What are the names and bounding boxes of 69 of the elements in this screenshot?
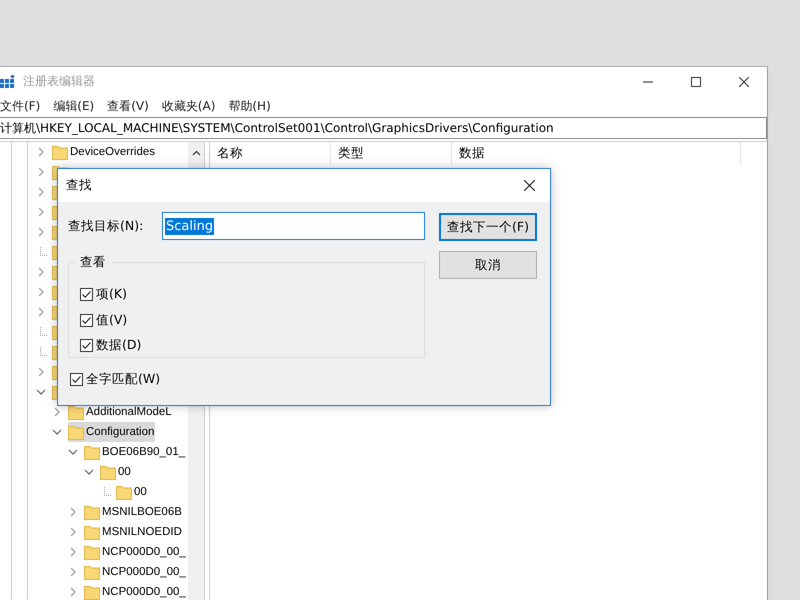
column-header[interactable]: 类型	[331, 142, 452, 164]
menu-item[interactable]: 查看(V)	[107, 98, 156, 115]
column-header[interactable]: 名称	[210, 142, 331, 164]
checkbox-label[interactable]: 值(V)	[96, 312, 128, 329]
checkbox[interactable]	[80, 288, 93, 302]
collapse-chevron-icon[interactable]	[68, 447, 78, 457]
folder-icon	[84, 444, 100, 460]
checkbox[interactable]	[80, 339, 93, 352]
dialog-button[interactable]: 查找下一个(F)	[439, 213, 537, 241]
checkbox[interactable]	[70, 373, 83, 386]
expand-chevron-icon[interactable]	[36, 187, 46, 197]
tree-item[interactable]: MSNILNOEDID	[84, 522, 183, 542]
tree-item[interactable]: MSNILBOE06B	[84, 502, 183, 522]
dialog-button[interactable]: 取消	[439, 251, 537, 279]
checkbox[interactable]	[80, 314, 93, 327]
expand-chevron-icon[interactable]	[36, 267, 46, 277]
folder-icon	[84, 504, 100, 520]
folder-icon	[84, 544, 100, 560]
regedit-icon	[0, 74, 15, 88]
tree-item[interactable]: AdditionalModeL	[68, 402, 173, 422]
folder-icon	[68, 404, 84, 420]
folder-icon	[68, 424, 84, 440]
column-header[interactable]: 数据	[452, 142, 741, 164]
folder-icon	[116, 484, 132, 500]
expand-chevron-icon[interactable]	[68, 507, 78, 517]
maximize-icon	[691, 76, 701, 86]
expand-chevron-icon[interactable]	[36, 227, 46, 237]
expand-chevron-icon[interactable]	[68, 567, 78, 577]
expand-chevron-icon[interactable]	[36, 367, 46, 377]
collapse-chevron-icon[interactable]	[52, 427, 62, 437]
folder-icon	[52, 144, 68, 160]
close-icon	[739, 76, 749, 86]
scroll-up-icon[interactable]	[192, 150, 200, 156]
tree-item[interactable]: Configuration	[68, 422, 156, 442]
menu-item[interactable]: 文件(F)	[0, 98, 48, 115]
collapse-chevron-icon[interactable]	[36, 387, 46, 397]
address-field[interactable]: 计算机\HKEY_LOCAL_MACHINE\SYSTEM\ControlSet001\Control\GraphicsDrivers\Configuration	[0, 117, 767, 139]
tree-item[interactable]: NCP000D0_00_	[84, 562, 187, 582]
tree-item[interactable]: NCP000D0_00_	[84, 582, 187, 600]
tree-item[interactable]: NCP000D0_00_	[84, 542, 187, 562]
folder-icon	[84, 564, 100, 580]
checkbox-label[interactable]: 数据(D)	[96, 337, 142, 354]
expand-chevron-icon[interactable]	[36, 287, 46, 297]
tree-item[interactable]: 00	[116, 482, 148, 502]
tree-item[interactable]: BOE06B90_01_	[84, 442, 186, 462]
folder-icon	[84, 524, 100, 540]
find-label: 查找目标(N):	[68, 218, 144, 234]
dialog-title: 查找	[66, 177, 92, 194]
checkbox-label[interactable]: 项(K)	[96, 286, 127, 304]
expand-chevron-icon[interactable]	[36, 307, 46, 317]
tree-item[interactable]: DeviceOverrides	[52, 142, 156, 162]
expand-chevron-icon[interactable]	[36, 207, 46, 217]
menu-item[interactable]: 收藏夹(A)	[162, 98, 222, 115]
expand-chevron-icon[interactable]	[52, 407, 62, 417]
folder-icon	[84, 584, 100, 600]
menu-item[interactable]: 帮助(H)	[228, 98, 278, 115]
expand-chevron-icon[interactable]	[36, 167, 46, 177]
tree-item[interactable]: 00	[100, 462, 132, 482]
folder-icon	[100, 464, 116, 480]
expand-chevron-icon[interactable]	[68, 527, 78, 537]
menu-item[interactable]: 编辑(E)	[53, 98, 102, 115]
checkbox-label[interactable]: 全字匹配(W)	[86, 371, 160, 388]
expand-chevron-icon[interactable]	[36, 147, 46, 157]
collapse-chevron-icon[interactable]	[84, 467, 94, 477]
expand-chevron-icon[interactable]	[68, 587, 78, 597]
window-title: 注册表编辑器	[23, 73, 95, 90]
close-icon	[524, 180, 534, 191]
expand-chevron-icon[interactable]	[68, 547, 78, 557]
find-input-field[interactable]: Scaling	[162, 212, 425, 240]
